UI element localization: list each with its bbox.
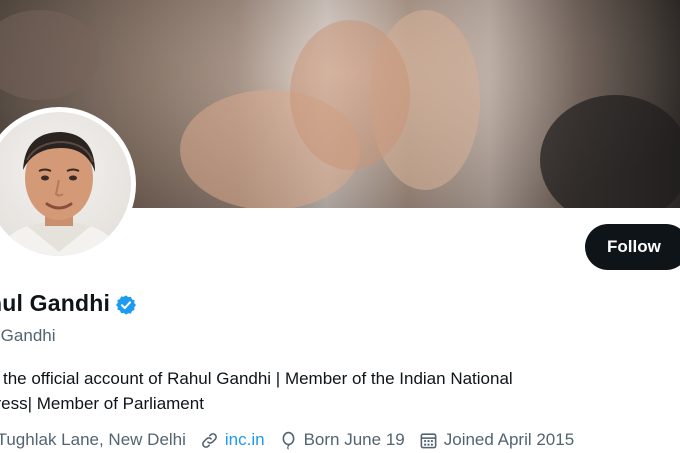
follow-button[interactable]: Follow bbox=[585, 224, 680, 270]
display-name: hul Gandhi bbox=[0, 290, 111, 316]
website-item[interactable]: inc.in bbox=[200, 430, 265, 450]
profile-name-row: hul Gandhi bbox=[0, 290, 137, 317]
joined-item: Joined April 2015 bbox=[419, 430, 574, 450]
birthday-item: Born June 19 bbox=[279, 430, 405, 450]
bio-line: is the official account of Rahul Gandhi … bbox=[0, 369, 513, 388]
profile-handle: hulGandhi bbox=[0, 326, 56, 345]
location-text: 2, Tughlak Lane, New Delhi bbox=[0, 430, 186, 449]
location-item: 2, Tughlak Lane, New Delhi bbox=[0, 430, 186, 450]
banner-face bbox=[290, 20, 410, 170]
link-icon bbox=[202, 432, 217, 448]
avatar[interactable] bbox=[0, 112, 131, 256]
verified-badge-icon[interactable] bbox=[115, 294, 137, 316]
balloon-icon bbox=[282, 431, 295, 450]
bio-line: gress| Member of Parliament bbox=[0, 394, 204, 413]
website-link[interactable]: inc.in bbox=[225, 430, 265, 450]
birthday-text: Born June 19 bbox=[303, 430, 405, 449]
profile-meta: 2, Tughlak Lane, New Delhi inc.in Born J… bbox=[0, 430, 588, 450]
calendar-icon bbox=[420, 432, 437, 448]
avatar-portrait bbox=[0, 132, 121, 256]
profile-bio: is the official account of Rahul Gandhi … bbox=[0, 366, 646, 416]
joined-text: Joined April 2015 bbox=[443, 430, 575, 449]
